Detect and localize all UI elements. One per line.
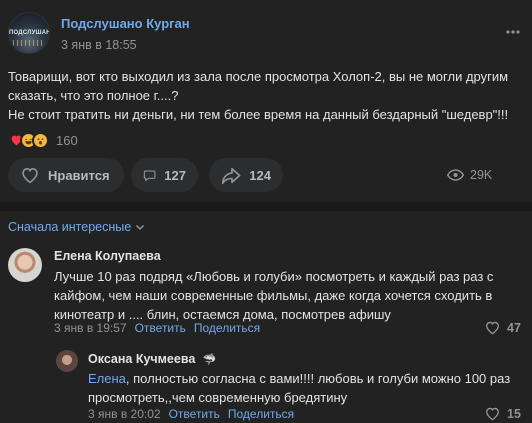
share-link[interactable]: Поделиться: [228, 407, 294, 421]
comment-date[interactable]: 3 янв в 20:02: [88, 407, 161, 421]
like-button[interactable]: Нравится: [8, 158, 124, 192]
more-options-icon[interactable]: [505, 24, 521, 40]
comment-text-line: Лучше 10 раз подряд «Любовь и голуби» по…: [54, 269, 494, 284]
comment-author-row: Оксана Кучмеева 🦈: [88, 352, 217, 366]
reactions-count: 160: [56, 132, 78, 148]
eye-icon: [447, 169, 464, 181]
comment-likes-count: 47: [507, 320, 521, 335]
comment-text-line: Елена, полностью согласна с вами!!!! люб…: [88, 369, 524, 388]
comment-date[interactable]: 3 янв в 19:57: [54, 321, 127, 335]
avatar[interactable]: [56, 350, 78, 372]
post-text: Товарищи, вот кто выходил из зала после …: [8, 67, 524, 124]
views-count: 29K: [470, 168, 493, 182]
section-gap: [0, 202, 532, 211]
comment-text-part: , полностью согласна с вами!!!! любовь и…: [125, 371, 511, 386]
group-avatar[interactable]: ПОДСЛУШАНО: [8, 12, 50, 54]
comment-like-button[interactable]: 15: [484, 406, 521, 421]
views-counter: 29K: [447, 168, 492, 182]
comment-meta: 3 янв в 20:02 Ответить Поделиться: [88, 407, 294, 421]
comment-meta: 3 янв в 19:57 Ответить Поделиться: [54, 321, 260, 335]
group-name-link[interactable]: Подслушано Курган: [61, 16, 190, 31]
heart-outline-icon: [22, 168, 38, 184]
share-link[interactable]: Поделиться: [194, 321, 260, 335]
share-arrow-icon: [221, 167, 241, 184]
reply-link[interactable]: Ответить: [135, 321, 186, 335]
post-text-line: Товарищи, вот кто выходил из зала после …: [8, 69, 509, 84]
comment-button[interactable]: 127: [131, 158, 198, 192]
comment-text: Лучше 10 раз подряд «Любовь и голуби» по…: [54, 267, 524, 324]
comment-author[interactable]: Елена Колупаева: [54, 249, 161, 263]
group-avatar-lights: [13, 40, 45, 46]
comments-section: Сначала интересные Елена Колупаева Лучше…: [0, 211, 532, 423]
reply-link[interactable]: Ответить: [169, 407, 220, 421]
comments-sort-dropdown[interactable]: Сначала интересные: [8, 220, 145, 234]
post-date[interactable]: 3 янв в 18:55: [61, 38, 137, 52]
shares-count: 124: [249, 167, 271, 183]
comment-text-line: просмотреть,,чем современную бредятину: [88, 390, 348, 405]
heart-outline-icon: [486, 321, 499, 335]
reactions-summary[interactable]: 160: [8, 131, 78, 149]
comment-icon: [143, 170, 156, 181]
post-text-line: Не стоит тратить ни деньги, ни тем более…: [8, 107, 509, 122]
heart-outline-icon: [486, 407, 499, 421]
comment-author[interactable]: Оксана Кучмеева: [88, 352, 195, 366]
comment-likes-count: 15: [507, 406, 521, 421]
comment-text-line: кайфом, чем наши современные фильмы, даж…: [54, 288, 493, 303]
comment-like-button[interactable]: 47: [484, 320, 521, 335]
wow-reaction-icon: [32, 131, 49, 149]
comment-text: Елена, полностью согласна с вами!!!! люб…: [88, 369, 524, 407]
comments-count: 127: [164, 167, 186, 183]
post-text-line: сказать, что это полное г....?: [8, 88, 179, 103]
author-badge: 🦈: [202, 354, 217, 366]
avatar[interactable]: [8, 248, 42, 282]
mention-link[interactable]: Елена: [88, 371, 126, 386]
group-avatar-logo-text: ПОДСЛУШАНО: [9, 30, 49, 36]
post-card: ПОДСЛУШАНО Подслушано Курган 3 янв в 18:…: [0, 0, 532, 202]
like-label: Нравится: [48, 167, 110, 183]
chevron-down-icon: [136, 224, 145, 231]
share-button[interactable]: 124: [209, 158, 283, 192]
sort-label: Сначала интересные: [8, 220, 132, 234]
